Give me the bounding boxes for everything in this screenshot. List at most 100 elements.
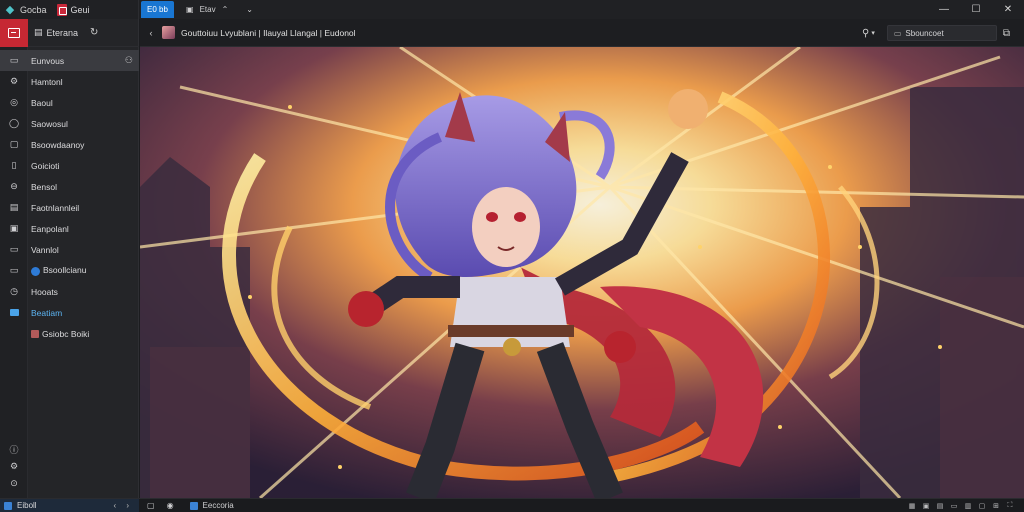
record-icon[interactable]: ◉ [167, 501, 174, 510]
status-middle: ▢ ◉ Eeccoria [147, 499, 238, 512]
chat-icon: ▢ [9, 139, 19, 149]
tab-secondary[interactable]: ▣ Etav ⌃ [174, 0, 240, 19]
info-icon[interactable]: ⓘ [0, 441, 28, 458]
sidebar-item-text: Bsoollcianu [43, 265, 87, 276]
anime-illustration [140, 47, 1024, 498]
tab-close-icon[interactable]: ⌃ [216, 5, 235, 14]
filter-icon: ▭ [893, 28, 902, 38]
image-icon [0, 309, 28, 316]
document-icon: ▯ [11, 160, 17, 170]
image-icon[interactable]: ▣ [920, 499, 932, 512]
fullscreen-icon[interactable]: ⛶ [1004, 499, 1016, 512]
minimize-button[interactable]: — [928, 0, 960, 19]
window-icon: ▣ [9, 223, 19, 233]
back-arrow-icon[interactable]: ‹ [140, 28, 162, 38]
sidebar-item-9[interactable]: ▭ Vannlol [0, 239, 139, 260]
sidebar-item-0[interactable]: ▭ Eunvous ⚇ [0, 50, 139, 71]
globe-icon: ◎ [10, 97, 18, 107]
sidebar-item-1[interactable]: ⚙ Hamtonl [0, 71, 139, 92]
tab-icon [189, 501, 198, 510]
app-tab[interactable]: Geui [56, 3, 90, 16]
sidebar-title-label: Eterana [46, 27, 79, 38]
sidebar-item-text: Gsiobc Boiki [42, 328, 90, 339]
search-input[interactable]: ▭ Sbouncoet [886, 25, 997, 41]
refresh-icon[interactable]: ↻ [90, 27, 98, 38]
sidebar-item-13[interactable]: Gsiobc Boiki [0, 323, 139, 344]
sidebar-item-5[interactable]: ▯ Goicioti [0, 155, 139, 176]
sidebar-item-6[interactable]: ⊖ Bensol [0, 176, 139, 197]
chevron-down-icon[interactable]: ▾ [871, 29, 875, 37]
view-icon[interactable]: ▢ [976, 499, 988, 512]
sidebar-header: ▤ Eterana ↻ [0, 18, 139, 47]
workspace-icon [4, 501, 12, 510]
blue-badge-icon [31, 266, 40, 276]
sidebar-item-label: Baoul [31, 97, 53, 108]
close-button[interactable]: ✕ [992, 0, 1024, 19]
search-tools: ⚲ ▾ ▭ Sbouncoet ⧉ [862, 19, 1024, 47]
tab-active[interactable]: E0 bb [141, 1, 174, 18]
status-tab-label: Eeccoria [202, 501, 234, 510]
sidebar-list: ▭ Eunvous ⚇ ⚙ Hamtonl ◎ Baoul ◯ Saowosul… [0, 50, 139, 344]
app-logo-icon: ◆ [5, 4, 15, 16]
list-icon: ▤ [9, 202, 19, 212]
sidebar-item-7[interactable]: ▤ Faotnlannleil [0, 197, 139, 218]
sidebar-item-8[interactable]: ▣ Eanpolanl [0, 218, 139, 239]
breadcrumb: Gouttoiuu Lvyublani | Ilauyal Llangal | … [181, 27, 356, 38]
zoom-icon[interactable]: ⊞ [990, 499, 1002, 512]
sidebar-item-11[interactable]: ◷ Hooats [0, 281, 139, 302]
settings-icon[interactable]: ⚙ [0, 458, 28, 475]
status-left[interactable]: Eiboll ‹ › [0, 498, 139, 512]
image-canvas[interactable] [140, 47, 1024, 498]
sidebar-item-10[interactable]: ▭ Bsoollcianu [0, 260, 139, 281]
status-left-label: Eiboll [17, 501, 37, 510]
comment-icon: ◯ [8, 118, 20, 128]
help-icon[interactable]: ⊙ [0, 475, 28, 492]
home-button[interactable] [0, 18, 28, 47]
image-thumbnail [162, 26, 175, 39]
eye-icon: ⊖ [10, 181, 18, 191]
app-name: Gocba [20, 4, 47, 15]
folder-icon: ▭ [9, 55, 19, 65]
app-identity: ◆ Gocba Geui [0, 0, 139, 19]
home-icon [8, 27, 20, 38]
picture-thumb-icon [31, 330, 39, 339]
clock-icon: ◷ [10, 286, 18, 296]
sidebar-item-label: Bsoollcianu [31, 265, 87, 276]
status-right-icons: ▦ ▣ ▤ ▭ ▥ ▢ ⊞ ⛶ [904, 499, 1016, 512]
sidebar-item-2[interactable]: ◎ Baoul [0, 92, 139, 113]
window-icon[interactable]: ▭ [948, 499, 960, 512]
nav-arrows[interactable]: ‹ › [113, 501, 139, 510]
sidebar-item-label: Beatiam [31, 307, 63, 318]
gear-icon: ⚙ [9, 76, 19, 86]
sidebar-item-label: Saowosul [31, 118, 68, 129]
sidebar-footer: ⓘ ⚙ ⊙ [0, 441, 28, 492]
display-icon: ▭ [9, 265, 19, 275]
sidebar: ▤ Eterana ↻ ▭ Eunvous ⚇ ⚙ Hamtonl ◎ Baou… [0, 18, 139, 498]
status-tab[interactable]: Eeccoria [186, 499, 238, 512]
content-header: ‹ Gouttoiuu Lvyublani | Ilauyal Llangal … [140, 19, 1024, 47]
sidebar-item-label: Bensol [31, 181, 57, 192]
title-bar: ◆ Gocba Geui E0 bb ▣ Etav ⌃ ⌄ — ☐ ✕ [0, 0, 1024, 19]
grid-icon[interactable]: ▦ [906, 499, 918, 512]
people-icon[interactable]: ⚇ [125, 55, 133, 66]
maximize-button[interactable]: ☐ [960, 0, 992, 19]
new-tab-dropdown-icon[interactable]: ⌄ [240, 5, 259, 14]
sidebar-item-label: Hooats [31, 286, 58, 297]
sidebar-item-3[interactable]: ◯ Saowosul [0, 113, 139, 134]
sidebar-item-label: Bsoowdaanoy [31, 139, 85, 150]
tab-image-icon: ▣ [186, 5, 194, 14]
status-bar: Eiboll ‹ › ▢ ◉ Eeccoria ▦ ▣ ▤ ▭ ▥ ▢ ⊞ ⛶ [0, 498, 1024, 512]
file-icon[interactable]: ▢ [147, 501, 155, 510]
app-tab-icon [56, 3, 67, 16]
copy-icon[interactable]: ⧉ [1003, 28, 1010, 39]
sidebar-item-label: Faotnlannleil [31, 202, 80, 213]
sidebar-item-4[interactable]: ▢ Bsoowdaanoy [0, 134, 139, 155]
sidebar-item-label: Eanpolanl [31, 223, 69, 234]
tab-secondary-label: Etav [199, 5, 216, 14]
panel-icon[interactable]: ▥ [962, 499, 974, 512]
search-icon[interactable]: ⚲ [862, 28, 869, 39]
sidebar-item-12[interactable]: Beatiam [0, 302, 139, 323]
sidebar-item-label: Eunvous [31, 55, 65, 66]
layout-icon[interactable]: ▤ [934, 499, 946, 512]
tab-strip: E0 bb ▣ Etav ⌃ ⌄ [139, 0, 259, 19]
